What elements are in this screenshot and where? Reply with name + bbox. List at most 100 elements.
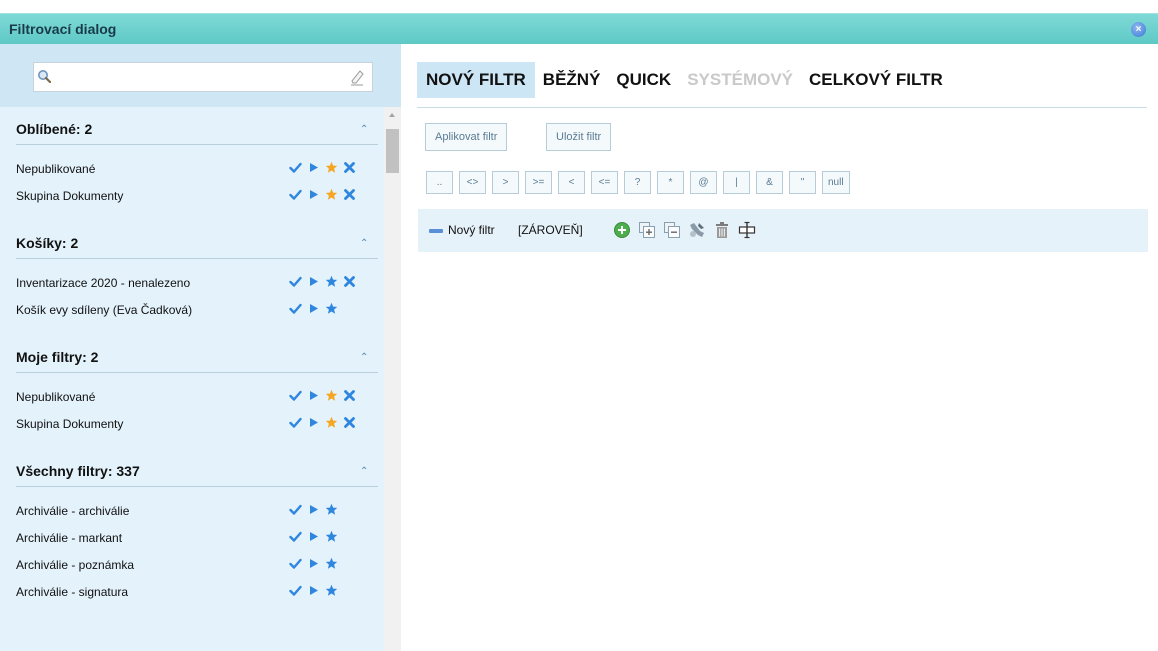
- run-play-icon[interactable]: [307, 530, 320, 543]
- apply-check-icon[interactable]: [289, 188, 302, 201]
- apply-check-icon[interactable]: [289, 557, 302, 570]
- favorite-star-icon[interactable]: [325, 416, 338, 429]
- apply-check-icon[interactable]: [289, 503, 302, 516]
- clear-icon[interactable]: [350, 70, 364, 86]
- run-play-icon[interactable]: [307, 188, 320, 201]
- settings-tools-icon[interactable]: [688, 221, 706, 239]
- operator-button[interactable]: <: [558, 171, 585, 194]
- operator-button[interactable]: *: [657, 171, 684, 194]
- tab-quick[interactable]: QUICK: [608, 62, 679, 98]
- favorite-star-icon[interactable]: [325, 530, 338, 543]
- collapse-chevron-icon[interactable]: ⌃: [360, 352, 368, 363]
- list-item[interactable]: Archiválie - poznámka: [0, 551, 384, 578]
- list-item-name: Archiválie - archiválie: [16, 504, 130, 518]
- run-play-icon[interactable]: [307, 557, 320, 570]
- apply-check-icon[interactable]: [289, 302, 302, 315]
- operator-button[interactable]: |: [723, 171, 750, 194]
- operator-button[interactable]: &: [756, 171, 783, 194]
- list-item[interactable]: Skupina Dokumenty: [0, 410, 384, 437]
- filter-node-mode[interactable]: [ZÁROVEŇ]: [518, 223, 583, 237]
- list-item-actions: [289, 557, 338, 570]
- tab-novy-filtr[interactable]: NOVÝ FILTR: [417, 62, 535, 98]
- apply-check-icon[interactable]: [289, 275, 302, 288]
- delete-x-icon[interactable]: [343, 161, 356, 174]
- list-item[interactable]: Nepublikované: [0, 155, 384, 182]
- section-title: Všechny filtry: 337: [16, 463, 140, 479]
- favorite-star-icon[interactable]: [325, 557, 338, 570]
- tab-celkovy-filtr[interactable]: CELKOVÝ FILTR: [801, 62, 951, 98]
- list-item-name: Nepublikované: [16, 390, 96, 404]
- collapse-chevron-icon[interactable]: ⌃: [360, 466, 368, 477]
- list-item[interactable]: Archiválie - markant: [0, 524, 384, 551]
- scroll-thumb[interactable]: [386, 129, 399, 173]
- favorite-star-icon[interactable]: [325, 389, 338, 402]
- add-condition-icon[interactable]: [613, 221, 631, 239]
- favorite-star-icon[interactable]: [325, 188, 338, 201]
- operator-button[interactable]: <=: [591, 171, 618, 194]
- operator-button[interactable]: @: [690, 171, 717, 194]
- section-header-vsechny-filtry[interactable]: Všechny filtry: 337 ⌃: [0, 449, 384, 487]
- apply-check-icon[interactable]: [289, 416, 302, 429]
- collapse-chevron-icon[interactable]: ⌃: [360, 124, 368, 135]
- list-scrollbar[interactable]: [384, 107, 401, 651]
- save-filter-button[interactable]: Uložit filtr: [546, 123, 612, 151]
- operator-button[interactable]: ": [789, 171, 816, 194]
- remove-group-icon[interactable]: [663, 221, 681, 239]
- favorite-star-icon[interactable]: [325, 584, 338, 597]
- trash-icon[interactable]: [713, 221, 731, 239]
- add-group-icon[interactable]: [638, 221, 656, 239]
- search-input[interactable]: [56, 67, 346, 87]
- run-play-icon[interactable]: [307, 302, 320, 315]
- run-play-icon[interactable]: [307, 389, 320, 402]
- operator-button[interactable]: ..: [426, 171, 453, 194]
- favorite-star-icon[interactable]: [325, 275, 338, 288]
- operator-button[interactable]: >: [492, 171, 519, 194]
- collapse-icon[interactable]: [429, 229, 443, 233]
- run-play-icon[interactable]: [307, 161, 320, 174]
- apply-check-icon[interactable]: [289, 530, 302, 543]
- list-item[interactable]: Archiválie - archiválie: [0, 497, 384, 524]
- filter-editor-panel: NOVÝ FILTR BĚŽNÝ QUICK SYSTÉMOVÝ CELKOVÝ FIL…: [401, 44, 1158, 651]
- operator-button[interactable]: null: [822, 171, 850, 194]
- scroll-up-icon[interactable]: [389, 113, 395, 117]
- list-item-actions: [289, 161, 356, 174]
- operator-button[interactable]: ?: [624, 171, 651, 194]
- section-header-oblibene[interactable]: Oblíbené: 2 ⌃: [0, 107, 384, 145]
- apply-check-icon[interactable]: [289, 389, 302, 402]
- list-item[interactable]: Nepublikované: [0, 383, 384, 410]
- run-play-icon[interactable]: [307, 416, 320, 429]
- list-item[interactable]: Inventarizace 2020 - nenalezeno: [0, 269, 384, 296]
- delete-x-icon[interactable]: [343, 416, 356, 429]
- delete-x-icon[interactable]: [343, 389, 356, 402]
- filter-list[interactable]: Oblíbené: 2 ⌃ Nepublikované Skupina Dokumen…: [0, 107, 384, 651]
- section-header-moje-filtry[interactable]: Moje filtry: 2 ⌃: [0, 335, 384, 373]
- favorite-star-icon[interactable]: [325, 503, 338, 516]
- tab-bezny[interactable]: BĚŽNÝ: [535, 62, 609, 98]
- split-column-icon[interactable]: [738, 221, 756, 239]
- operator-button[interactable]: <>: [459, 171, 486, 194]
- close-icon[interactable]: ×: [1131, 22, 1146, 37]
- list-item[interactable]: Archiválie - signatura: [0, 578, 384, 605]
- delete-x-icon[interactable]: [343, 188, 356, 201]
- list-item-name: Skupina Dokumenty: [16, 189, 124, 203]
- list-item-actions: [289, 275, 356, 288]
- section-title: Košíky: 2: [16, 235, 79, 251]
- search-box[interactable]: [33, 62, 373, 92]
- operator-button[interactable]: >=: [525, 171, 552, 194]
- favorite-star-icon[interactable]: [325, 302, 338, 315]
- apply-check-icon[interactable]: [289, 161, 302, 174]
- filter-node[interactable]: Nový filtr [ZÁROVEŇ]: [418, 209, 1148, 252]
- favorite-star-icon[interactable]: [325, 161, 338, 174]
- collapse-chevron-icon[interactable]: ⌃: [360, 238, 368, 249]
- apply-check-icon[interactable]: [289, 584, 302, 597]
- apply-filter-button[interactable]: Aplikovat filtr: [425, 123, 508, 151]
- section-header-kosiky[interactable]: Košíky: 2 ⌃: [0, 221, 384, 259]
- list-item[interactable]: Košík evy sdíleny (Eva Čadková): [0, 296, 384, 323]
- run-play-icon[interactable]: [307, 503, 320, 516]
- run-play-icon[interactable]: [307, 275, 320, 288]
- run-play-icon[interactable]: [307, 584, 320, 597]
- delete-x-icon[interactable]: [343, 275, 356, 288]
- dialog-titlebar[interactable]: Filtrovací dialog ×: [0, 13, 1158, 44]
- list-item[interactable]: Skupina Dokumenty: [0, 182, 384, 209]
